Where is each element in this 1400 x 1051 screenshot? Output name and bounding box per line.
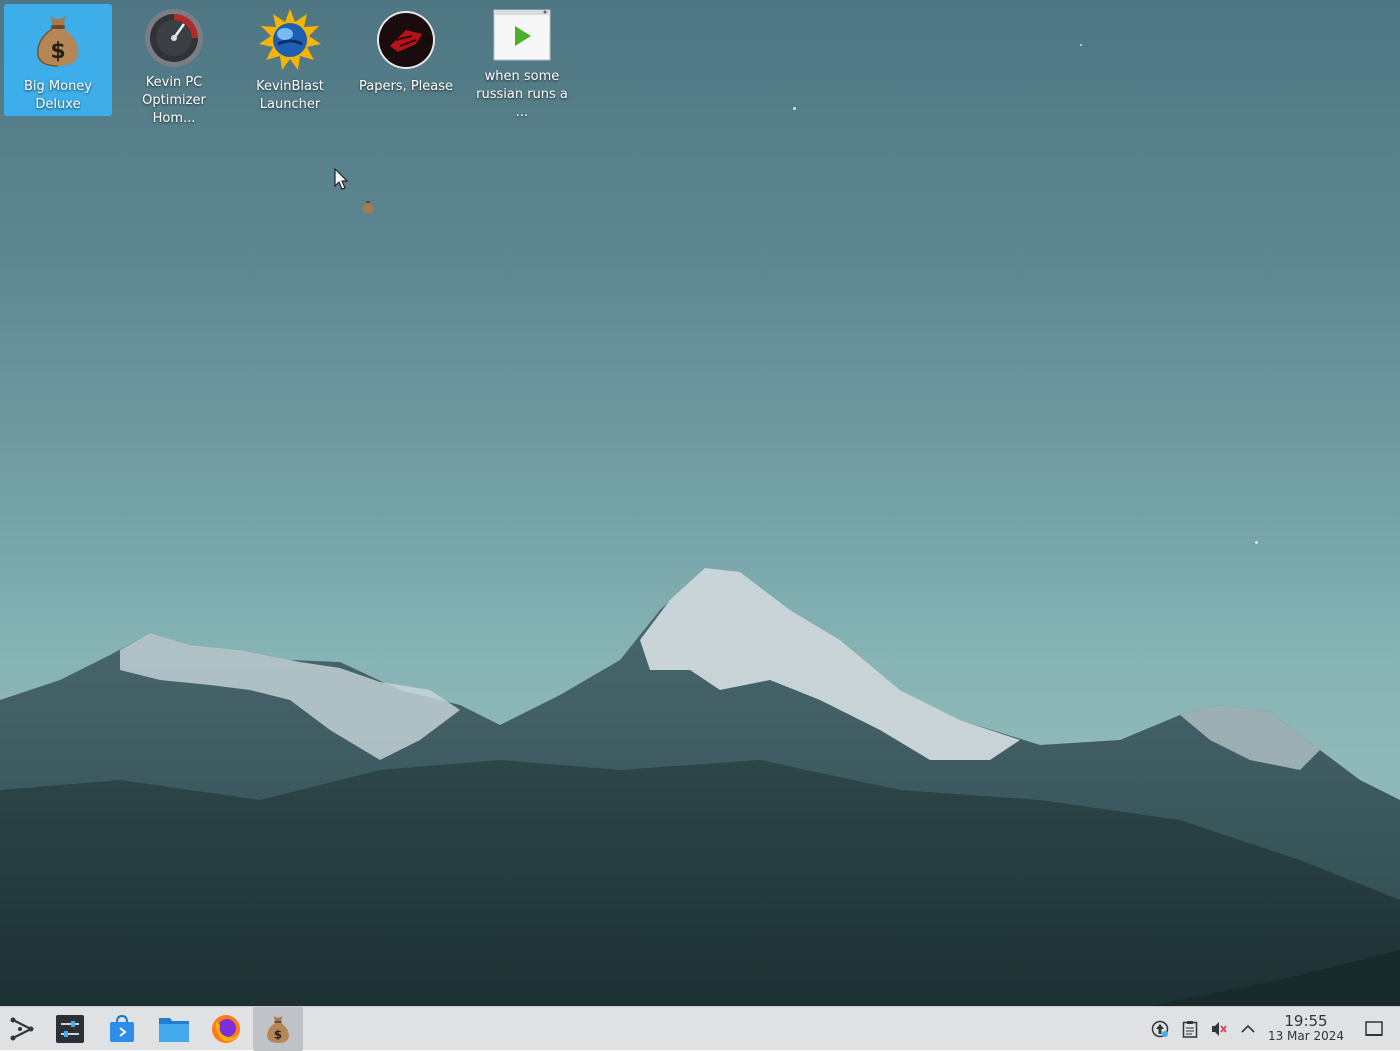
icon-label: Kevin PC Optimizer Hom...	[142, 75, 206, 126]
desktop-icon-big-money-deluxe[interactable]: $ Big Money Deluxe	[4, 4, 112, 116]
taskbar-panel: $ 19:55 13 Mar 2024	[0, 1006, 1400, 1051]
update-notifier-button[interactable]	[1147, 1007, 1173, 1051]
show-desktop-button[interactable]	[1361, 1007, 1387, 1051]
desktop-icon-kevinblast-launcher[interactable]: KevinBlast Launcher	[236, 4, 344, 116]
clock-date: 13 Mar 2024	[1267, 1029, 1345, 1043]
file-manager-icon	[159, 1018, 189, 1042]
speedometer-icon	[142, 8, 206, 68]
clock-time: 19:55	[1284, 1012, 1328, 1030]
desktop-wallpaper: $ Big Money Deluxe Kevin PC Optimizer Ho…	[0, 0, 1400, 1006]
discover-store-icon	[110, 1014, 134, 1042]
mountain-wallpaper	[0, 568, 1400, 1006]
globe-sun-icon	[258, 8, 322, 72]
system-settings-button[interactable]	[52, 1011, 88, 1047]
star	[793, 107, 796, 110]
star	[1255, 541, 1258, 544]
desktop-icon-grid: $ Big Money Deluxe Kevin PC Optimizer Ho…	[4, 4, 576, 126]
drag-money-bag-icon	[362, 201, 374, 213]
icon-label: Big Money Deluxe	[23, 79, 92, 112]
desktop-icon-kevin-pc-optimizer[interactable]: Kevin PC Optimizer Hom...	[120, 4, 228, 126]
system-settings-icon	[56, 1015, 84, 1043]
discover-store-button[interactable]	[104, 1011, 140, 1047]
big-money-deluxe-task-button[interactable]: $	[253, 1007, 303, 1051]
tray-expand-icon	[1241, 1024, 1255, 1033]
clipboard-icon	[1182, 1021, 1198, 1038]
file-manager-button[interactable]	[156, 1011, 192, 1047]
star	[1080, 44, 1082, 46]
digital-clock[interactable]: 19:55 13 Mar 2024	[1262, 1013, 1350, 1044]
big-money-deluxe-task-icon: $	[267, 1016, 289, 1043]
icon-label: Papers, Please	[358, 79, 454, 94]
mouse-pointer-icon	[334, 168, 349, 190]
desktop-icon-video-file[interactable]: when some russian runs a ...	[468, 4, 576, 120]
icon-label: KevinBlast Launcher	[256, 79, 324, 112]
tray-expand-button[interactable]	[1235, 1007, 1261, 1051]
icon-label: when some russian runs a ...	[476, 69, 568, 120]
volume-muted-icon	[1212, 1022, 1227, 1036]
update-notifier-icon	[1151, 1020, 1169, 1038]
clipboard-button[interactable]	[1177, 1007, 1203, 1051]
firefox-button[interactable]	[208, 1011, 244, 1047]
application-launcher-icon	[10, 1017, 34, 1041]
desktop-icon-papers-please[interactable]: Papers, Please	[352, 4, 460, 116]
papers-please-icon	[374, 8, 438, 72]
application-launcher-button[interactable]	[4, 1011, 40, 1047]
video-play-icon	[490, 8, 554, 62]
money-bag-icon: $	[26, 8, 90, 72]
volume-button[interactable]	[1206, 1007, 1232, 1051]
svg-text:$: $	[274, 1028, 282, 1042]
firefox-icon	[212, 1015, 240, 1043]
svg-text:$: $	[50, 39, 65, 64]
show-desktop-icon	[1365, 1021, 1383, 1036]
